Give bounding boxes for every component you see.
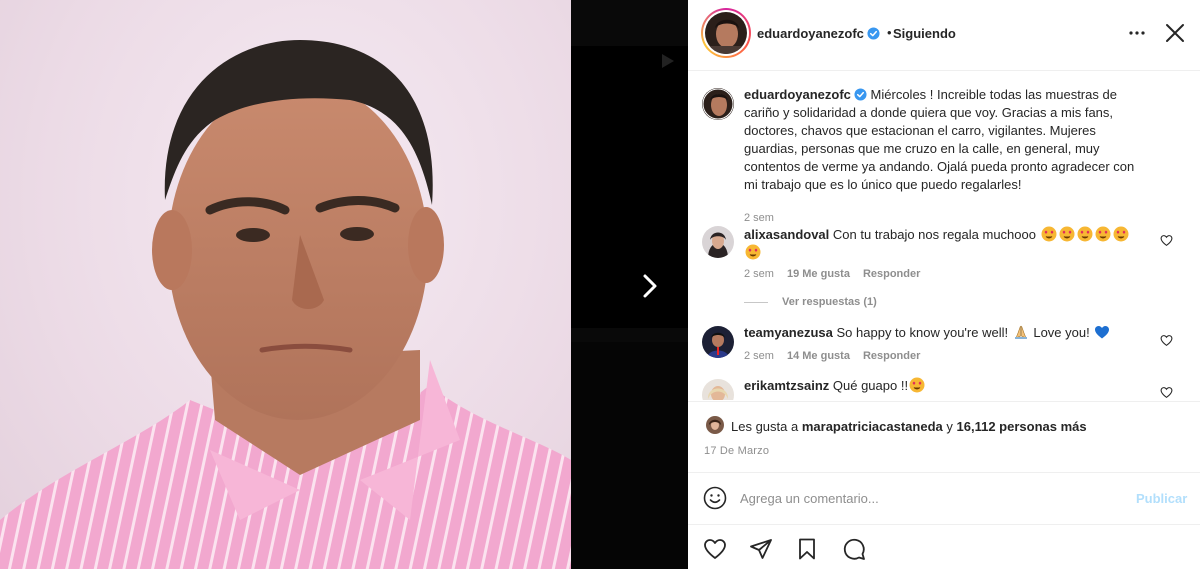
comment-time[interactable]: 2 sem — [744, 350, 774, 362]
caption-body: Miércoles ! Increible todas las muestras… — [744, 87, 1135, 192]
header-username[interactable]: eduardoyanezofc — [757, 26, 880, 41]
comment-likes[interactable]: 19 Me gusta — [787, 268, 850, 280]
heart-eyes-emoji-icon — [1041, 226, 1057, 242]
close-icon[interactable] — [1164, 22, 1186, 44]
avatar[interactable] — [702, 379, 734, 400]
caption-time[interactable]: 2 sem — [744, 212, 774, 224]
add-comment-bar: Publicar — [688, 472, 1200, 524]
likes-connector: y — [946, 419, 953, 434]
comment-body: Con tu trabajo nos regala muchooo — [832, 227, 1036, 242]
story-ring[interactable] — [701, 8, 751, 58]
comment-time[interactable]: 2 sem — [744, 268, 774, 280]
media-backdrop — [571, 0, 688, 569]
comment-meta: 2 sem 14 Me gusta Responder — [744, 350, 933, 362]
comment-body: So happy to know you're well! — [836, 325, 1009, 340]
caption-username[interactable]: eduardoyanezofc — [744, 87, 851, 102]
reply-button[interactable]: Responder — [863, 350, 920, 362]
likes-user[interactable]: marapatriciacastaneda — [802, 419, 943, 434]
next-arrow-icon[interactable] — [637, 272, 663, 300]
avatar[interactable] — [702, 326, 734, 358]
following-button[interactable]: Siguiendo — [893, 26, 956, 41]
play-icon — [662, 54, 674, 68]
more-options-icon[interactable] — [1128, 24, 1146, 42]
like-comment-heart-icon[interactable] — [1160, 234, 1173, 247]
publish-button[interactable]: Publicar — [1136, 491, 1187, 506]
post-date[interactable]: 17 De Marzo — [704, 445, 769, 457]
comment-input[interactable] — [740, 487, 1120, 509]
like-comment-heart-icon[interactable] — [1160, 334, 1173, 347]
comment-text: alixasandoval Con tu trabajo nos regala … — [744, 226, 1144, 262]
heart-eyes-emoji-icon — [1113, 226, 1129, 242]
emoji-picker-icon[interactable] — [703, 486, 727, 510]
post-actions — [688, 524, 1200, 569]
comments-list[interactable]: eduardoyanezofc Miércoles ! Increible to… — [688, 72, 1200, 400]
adjacent-post-preview-lower — [571, 342, 688, 569]
separator-dot: • — [887, 25, 892, 40]
verified-badge-icon — [854, 88, 867, 101]
likes-summary[interactable]: Les gusta a marapatriciacastaneda y 16,1… — [731, 419, 1087, 434]
post-panel: eduardoyanezofc • Siguiendo eduardoyanez… — [688, 0, 1200, 569]
verified-badge-icon — [867, 27, 880, 40]
avatar[interactable] — [702, 226, 734, 258]
reply-button[interactable]: Responder — [863, 268, 920, 280]
save-bookmark-icon[interactable] — [795, 537, 819, 561]
like-heart-icon[interactable] — [703, 537, 727, 561]
heart-eyes-emoji-icon — [1059, 226, 1075, 242]
comment-body: Qué guapo !! — [832, 378, 909, 393]
blue-heart-emoji-icon — [1095, 326, 1110, 339]
folded-hands-emoji-icon — [1014, 325, 1027, 339]
share-send-icon[interactable] — [749, 537, 773, 561]
comment-text: erikamtzsainz Qué guapo !! — [744, 377, 1144, 395]
comment-body-continued: Love you! — [1033, 325, 1090, 340]
view-replies-button[interactable]: Ver respuestas (1) — [744, 296, 877, 308]
avatar — [705, 12, 747, 54]
likes-count[interactable]: 16,112 personas más — [957, 419, 1087, 434]
heart-eyes-emoji-icon — [909, 377, 925, 393]
liker-avatar[interactable] — [706, 416, 724, 434]
likes-prefix: Les gusta a — [731, 419, 799, 434]
comment-bubble-icon[interactable] — [842, 537, 866, 561]
comment-meta: 2 sem 19 Me gusta Responder — [744, 268, 933, 280]
heart-eyes-emoji-icon — [745, 244, 761, 260]
comment-username[interactable]: alixasandoval — [744, 227, 829, 242]
avatar[interactable] — [702, 88, 734, 120]
adjacent-post-preview — [571, 46, 688, 328]
comment-text: teamyanezusa So happy to know you're wel… — [744, 324, 1144, 342]
post-photo — [0, 0, 571, 569]
heart-eyes-emoji-icon — [1095, 226, 1111, 242]
caption-meta: 2 sem — [744, 212, 787, 224]
caption-text: eduardoyanezofc Miércoles ! Increible to… — [744, 86, 1144, 194]
heart-eyes-emoji-icon — [1077, 226, 1093, 242]
comment-username[interactable]: teamyanezusa — [744, 325, 833, 340]
comment-username[interactable]: erikamtzsainz — [744, 378, 829, 393]
portrait-image — [0, 40, 571, 569]
post-header: eduardoyanezofc • Siguiendo — [688, 0, 1200, 71]
like-comment-heart-icon[interactable] — [1160, 386, 1173, 399]
username-text[interactable]: eduardoyanezofc — [757, 26, 864, 41]
comment-likes[interactable]: 14 Me gusta — [787, 350, 850, 362]
